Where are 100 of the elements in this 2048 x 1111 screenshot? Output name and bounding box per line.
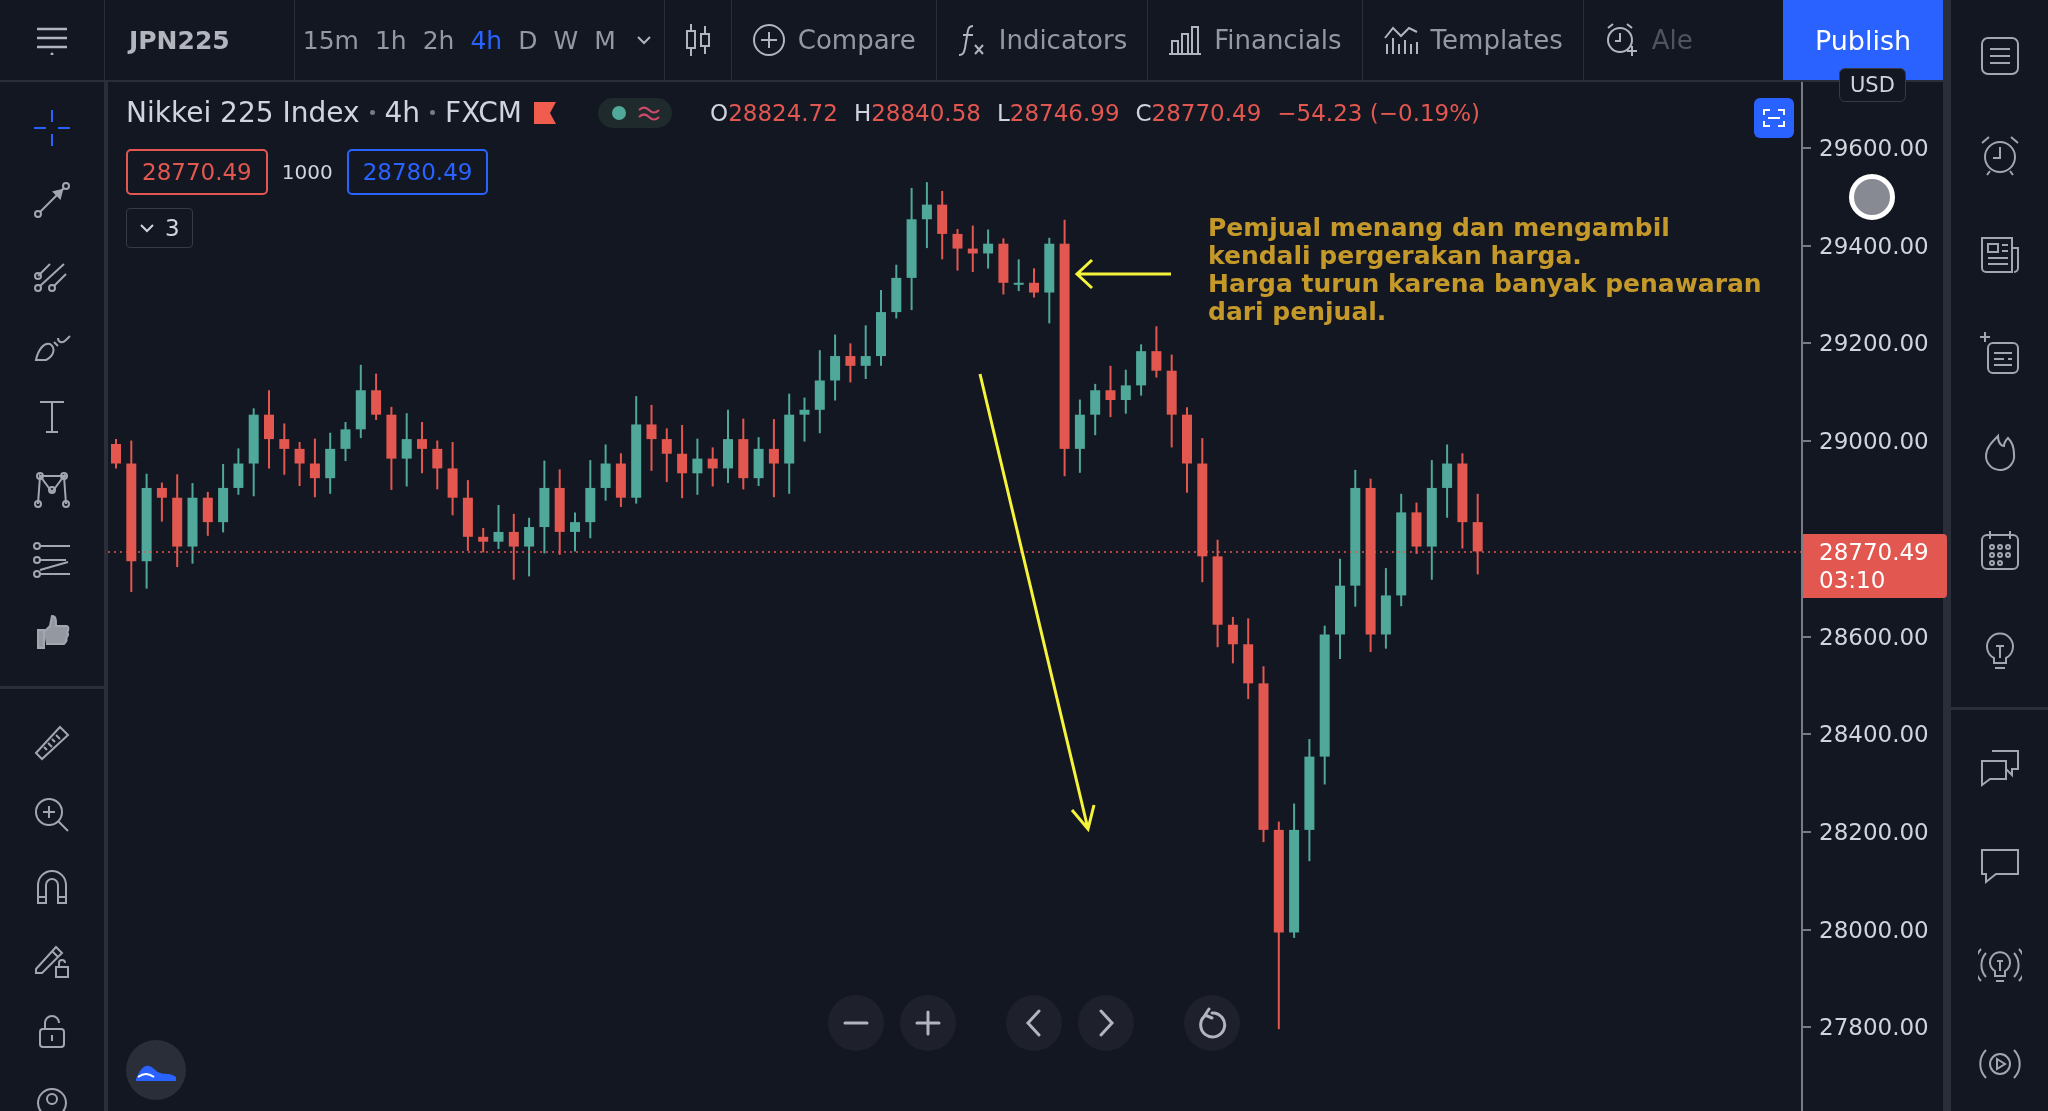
candle — [218, 463, 229, 534]
last-price: 28770.49 — [1819, 538, 1930, 566]
candle — [279, 422, 290, 476]
reset-icon — [1197, 1007, 1227, 1039]
ohlc-value: H28840.58 — [853, 99, 981, 126]
ruler-icon — [32, 723, 72, 763]
status-dot — [612, 105, 627, 120]
candle — [1227, 615, 1238, 665]
candle — [707, 446, 718, 488]
candle — [233, 447, 244, 496]
candle — [202, 490, 213, 537]
candle — [692, 437, 703, 496]
dotted-list-icon — [1977, 331, 2022, 375]
financials-button[interactable]: Financials — [1148, 10, 1362, 70]
indicators-toggle[interactable]: 3 — [126, 208, 193, 248]
templates-button[interactable]: Templates — [1362, 10, 1583, 70]
candle — [891, 263, 902, 320]
chart-bars-icon — [1382, 24, 1419, 56]
ohlc-value: C28770.49 — [1135, 99, 1262, 126]
plus-circle-icon — [751, 23, 786, 57]
candle — [661, 427, 672, 484]
candle — [998, 237, 1009, 296]
candle — [294, 441, 305, 487]
annotation-text: Pemjual menang dan mengambil kendali pergerakan harga. Harga turun karena banyak penawaran dari penjual. — [1208, 214, 1762, 326]
candle — [111, 438, 121, 470]
candle — [952, 228, 963, 272]
interval-tab[interactable]: M — [586, 10, 624, 70]
interval-tab[interactable]: 15m — [294, 10, 367, 70]
price-tick: 29000.00 — [1819, 428, 1929, 455]
candle — [432, 439, 443, 491]
levels-icon — [32, 540, 72, 580]
candle — [325, 431, 336, 495]
candle — [937, 189, 948, 261]
interval-tab[interactable]: 2h — [414, 10, 463, 70]
fullscreen-button[interactable] — [1754, 98, 1794, 138]
candle — [799, 396, 810, 443]
candle — [570, 511, 580, 553]
candle — [1105, 364, 1116, 419]
compare-button[interactable]: Compare — [731, 10, 936, 70]
candle — [753, 436, 764, 487]
scale-handle[interactable] — [1849, 174, 1895, 220]
price-tick: 29400.00 — [1819, 232, 1929, 259]
candle — [1090, 382, 1101, 437]
candle — [156, 481, 167, 523]
chevron-down-icon — [635, 35, 652, 45]
function-icon — [956, 23, 987, 57]
price-tick: 29200.00 — [1819, 330, 1929, 357]
price-tick: 28200.00 — [1819, 818, 1929, 845]
price-tick: 28400.00 — [1819, 721, 1929, 748]
interval-tab[interactable]: 4h — [462, 10, 511, 70]
price-tick: 28000.00 — [1819, 916, 1929, 943]
candle — [478, 527, 489, 554]
interval-tab[interactable]: W — [545, 10, 587, 70]
candle — [493, 504, 504, 550]
candle — [967, 224, 978, 274]
candle — [1013, 258, 1024, 293]
crosshair-icon — [32, 108, 72, 148]
candle — [371, 372, 382, 422]
candle — [830, 333, 841, 402]
minus-icon — [843, 1021, 869, 1025]
flag-icon — [532, 99, 559, 126]
exchange-label: FXCM — [445, 96, 523, 129]
sell-price-button[interactable]: 28770.49 — [126, 149, 268, 195]
bar-countdown: 03:10 — [1819, 566, 1887, 594]
candle — [309, 437, 320, 499]
candle — [646, 403, 657, 472]
candle — [417, 421, 427, 475]
ohlc-value: O28824.72 — [710, 99, 838, 126]
candle — [1120, 368, 1131, 415]
candle — [340, 421, 351, 463]
candle — [615, 452, 626, 508]
ohlc-value: L28746.99 — [996, 99, 1120, 126]
price-tick: 27800.00 — [1819, 1014, 1929, 1041]
symbol-title: Nikkei 225 Index — [126, 96, 360, 129]
chevron-down-icon — [139, 223, 155, 233]
candle — [983, 228, 994, 270]
candle — [1411, 501, 1422, 555]
candle — [1136, 343, 1147, 397]
dotted-list-button[interactable] — [1977, 331, 2022, 375]
candle — [845, 342, 856, 384]
symbol-button[interactable]: JPN225 — [105, 10, 294, 70]
candle — [508, 512, 519, 581]
candle — [921, 181, 932, 250]
frame-icon — [1763, 109, 1785, 127]
plus-icon — [915, 1010, 941, 1036]
currency-button[interactable]: USD — [1839, 68, 1906, 102]
price-tick: 29600.00 — [1819, 135, 1929, 161]
indicators-button[interactable]: Indicators — [936, 10, 1148, 70]
price-tick: 28600.00 — [1819, 623, 1929, 650]
candle — [1029, 267, 1039, 299]
interval-tab[interactable]: 1h — [366, 10, 415, 70]
candle — [1151, 325, 1162, 379]
candle — [524, 516, 535, 578]
trend-line-icon — [32, 180, 72, 220]
spread-value: 1000 — [281, 160, 333, 184]
interval-tab[interactable]: D — [510, 10, 546, 70]
buy-price-button[interactable]: 28780.49 — [346, 149, 489, 195]
bar-chart-icon — [1168, 25, 1203, 55]
candle — [860, 324, 871, 380]
menu-icon — [35, 25, 69, 55]
